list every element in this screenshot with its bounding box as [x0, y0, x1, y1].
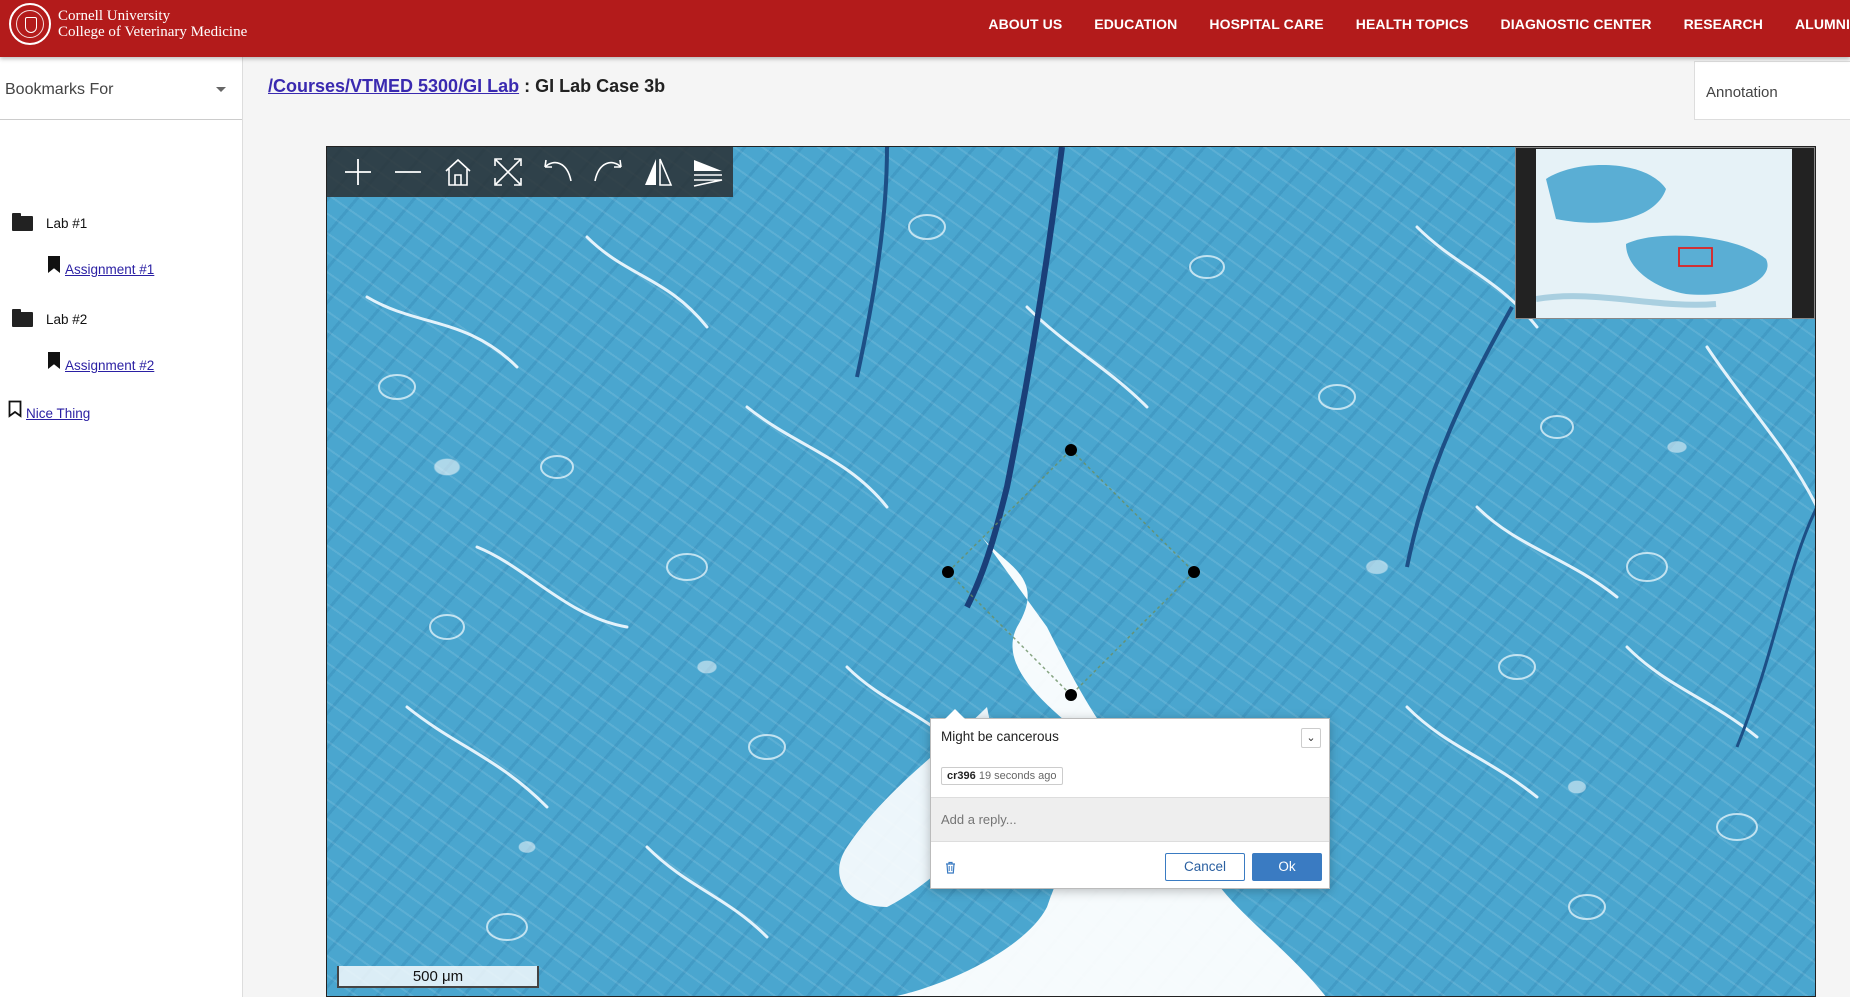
- bookmark-assignment-1: Assignment #1: [48, 256, 154, 277]
- reply-input[interactable]: [931, 798, 1329, 841]
- caret-down-icon: [216, 87, 226, 92]
- annotation-panel-toggle[interactable]: Annotation: [1694, 61, 1850, 120]
- fullscreen-button[interactable]: [483, 147, 533, 197]
- bookmark-nice-thing: Nice Thing: [8, 400, 90, 421]
- nav-education[interactable]: EDUCATION: [1094, 16, 1177, 32]
- flip-button[interactable]: [633, 147, 683, 197]
- bookmark-link[interactable]: Assignment #1: [65, 262, 154, 277]
- comment-meta: cr396 19 seconds ago: [941, 767, 1063, 785]
- viewer-toolbar: [327, 147, 733, 197]
- folder-icon: [12, 309, 33, 327]
- zoom-in-button[interactable]: [333, 147, 383, 197]
- annotate-icon: [693, 160, 723, 187]
- comment-text: Might be cancerous: [941, 729, 1059, 744]
- home-icon: [445, 158, 471, 186]
- bookmark-assignment-2: Assignment #2: [48, 352, 154, 373]
- annotation-comment-popup: Might be cancerous ⌄ cr396 19 seconds ag…: [930, 709, 1330, 889]
- brand-logo[interactable]: Cornell University College of Veterinary…: [9, 3, 247, 45]
- minimap-slide: [1536, 149, 1792, 318]
- rotate-right-icon: [594, 159, 622, 182]
- comment-user: cr396: [947, 770, 976, 782]
- delete-comment-icon[interactable]: [945, 861, 956, 874]
- flip-icon: [645, 158, 673, 186]
- annotation-handle-left[interactable]: [942, 566, 954, 578]
- folder-label: Lab #1: [46, 216, 88, 231]
- brand-college: College of Veterinary Medicine: [58, 24, 248, 40]
- folder-lab-2[interactable]: Lab #2: [12, 309, 88, 327]
- bookmark-outline-icon: [8, 400, 22, 418]
- bookmarks-for-label: Bookmarks For: [5, 81, 114, 98]
- scale-bar: 500 μm: [337, 966, 539, 988]
- annotation-handle-right[interactable]: [1188, 566, 1200, 578]
- cornell-seal-icon: [9, 3, 51, 45]
- bookmarks-sidebar: Bookmarks For Lab #1 Assignment #1 Lab #…: [0, 57, 243, 997]
- nav-hospital-care[interactable]: HOSPITAL CARE: [1209, 16, 1323, 32]
- cancel-button[interactable]: Cancel: [1165, 853, 1245, 881]
- nav-diagnostic-center[interactable]: DIAGNOSTIC CENTER: [1501, 16, 1652, 32]
- annotation-handle-top[interactable]: [1065, 444, 1077, 456]
- zoom-out-button[interactable]: [383, 147, 433, 197]
- nav-research[interactable]: RESEARCH: [1684, 16, 1763, 32]
- annotation-handle-bottom[interactable]: [1065, 689, 1077, 701]
- bookmarks-for-select[interactable]: Bookmarks For: [0, 57, 242, 120]
- fullscreen-icon: [494, 158, 522, 186]
- breadcrumb-separator: :: [519, 76, 536, 96]
- rotate-left-icon: [544, 159, 572, 182]
- nav-alumni[interactable]: ALUMNI: [1795, 16, 1850, 32]
- bookmark-icon: [48, 352, 60, 369]
- folder-icon: [12, 213, 33, 231]
- chevron-down-icon: ⌄: [1306, 732, 1316, 744]
- zoom-out-icon: [395, 171, 421, 173]
- main-nav: ABOUT US EDUCATION HOSPITAL CARE HEALTH …: [956, 16, 1850, 32]
- bookmark-link[interactable]: Assignment #2: [65, 358, 154, 373]
- breadcrumb-current: GI Lab Case 3b: [535, 76, 666, 96]
- zoom-in-icon: [345, 159, 371, 185]
- site-header: Cornell University College of Veterinary…: [0, 0, 1850, 57]
- folder-label: Lab #2: [46, 312, 88, 327]
- nav-about-us[interactable]: ABOUT US: [988, 16, 1062, 32]
- bookmark-icon: [48, 256, 60, 273]
- folder-lab-1[interactable]: Lab #1: [12, 213, 88, 231]
- home-button[interactable]: [433, 147, 483, 197]
- comment-menu-button[interactable]: ⌄: [1301, 728, 1321, 748]
- reply-area: [931, 797, 1329, 842]
- bookmark-link[interactable]: Nice Thing: [26, 406, 90, 421]
- breadcrumb: /Courses/VTMED 5300/GI Lab : GI Lab Case…: [268, 76, 665, 97]
- comment-time: 19 seconds ago: [978, 770, 1057, 782]
- breadcrumb-link[interactable]: /Courses/VTMED 5300/GI Lab: [268, 76, 519, 96]
- annotate-button[interactable]: [683, 147, 733, 197]
- minimap-thumbnail: [1536, 149, 1792, 318]
- rotate-left-button[interactable]: [533, 147, 583, 197]
- brand-text: Cornell University College of Veterinary…: [58, 8, 247, 40]
- nav-health-topics[interactable]: HEALTH TOPICS: [1356, 16, 1469, 32]
- annotation-label: Annotation: [1706, 84, 1778, 101]
- brand-university: Cornell University: [58, 8, 171, 24]
- rotate-right-button[interactable]: [583, 147, 633, 197]
- navigator-minimap[interactable]: [1515, 147, 1815, 319]
- ok-button[interactable]: Ok: [1252, 853, 1322, 881]
